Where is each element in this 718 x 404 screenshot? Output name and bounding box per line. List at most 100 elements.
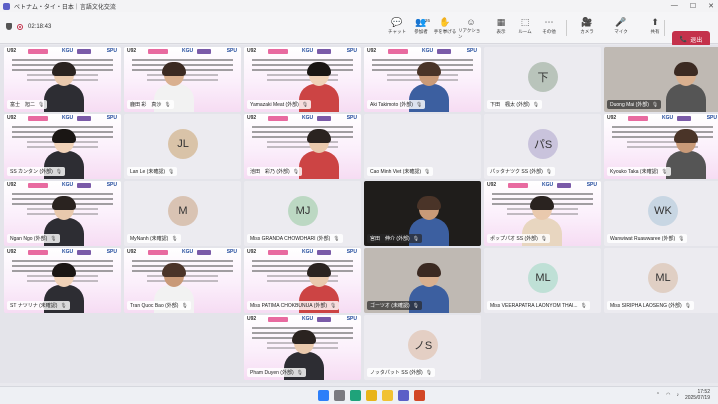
participant-name: 富士 旭二 bbox=[10, 102, 36, 108]
chat-button[interactable]: 💬 チャット bbox=[384, 16, 410, 40]
participant-tile[interactable]: JL Lan Le (未確認) 🎙 bbox=[124, 114, 241, 179]
taskbar-apps bbox=[318, 390, 425, 401]
participant-tile[interactable]: M MyNanh (未確認) 🎙 bbox=[124, 181, 241, 246]
participant-tile[interactable]: 下下田 楓太 (外部) 🎙 bbox=[484, 47, 601, 112]
participant-tile[interactable]: ML Miss SIRIPHA LAOSENG (外部) 🎙 bbox=[604, 248, 718, 313]
university-logo: U92 bbox=[487, 182, 497, 188]
participant-tile[interactable]: U92 KGU SPU Pham Duyen (外部) 🎙 bbox=[244, 315, 361, 380]
rooms-label: ルーム bbox=[518, 29, 532, 34]
university-logo: SPU bbox=[106, 115, 117, 121]
participant-name-tag: Yamazaki Meat (外部) 🎙 bbox=[247, 100, 312, 109]
participant-tile[interactable]: U92 KGU SPU Tran Quoc Bao (外部) 🎙 bbox=[124, 248, 241, 313]
university-logo: SPU bbox=[106, 48, 117, 54]
camera-icon: 🎥 bbox=[581, 17, 593, 27]
participant-tile[interactable]: パS パッタナツク SS (外部) 🎙 bbox=[484, 114, 601, 179]
react-icon: ☺ bbox=[466, 17, 476, 27]
mic-icon: 🎤 bbox=[615, 17, 627, 27]
participant-tile[interactable]: U92 KGU SPU SS カンタン (外部) 🎙 bbox=[4, 114, 121, 179]
participant-tile[interactable]: U92 KGU SPU 富士 旭二 🎙 bbox=[4, 47, 121, 112]
participant-tile[interactable]: MJ Miss GRANDA CHOWDHARI (外部) 🎙 bbox=[244, 181, 361, 246]
chrome-icon[interactable] bbox=[366, 390, 377, 401]
participant-name-tag: Lan Le (未確認) 🎙 bbox=[127, 167, 178, 176]
participant-grid: U92 KGU SPU 富士 旭二 🎙 U92 KGU SPU 鹿田 彩 真沙 🎙 U92 KGU SP… bbox=[0, 45, 718, 383]
mic-label: マイク bbox=[614, 29, 628, 34]
university-logo: KGU bbox=[62, 48, 74, 54]
participant-tile[interactable]: U92 KGU SPU Ngan Ngo (外部) 🎙 bbox=[4, 181, 121, 246]
participant-tile[interactable]: WK Wanwiwat Ruawwaree (外部) 🎙 bbox=[604, 181, 718, 246]
meeting-toolbar: 02:18:43 💬 チャット 👥 26 参加者 ✋ 手を挙げる ☺ リアクション ▦ 表示 ⬚ ルーム… bbox=[0, 12, 718, 47]
view-button[interactable]: ▦ 表示 bbox=[488, 16, 514, 40]
react-button[interactable]: ☺ リアクション bbox=[458, 16, 484, 40]
avatar: パS bbox=[528, 129, 558, 159]
slide-header: U92 KGU SPU bbox=[124, 47, 241, 55]
explorer-icon[interactable] bbox=[382, 390, 393, 401]
people-button[interactable]: 👥 26 参加者 bbox=[408, 16, 434, 40]
participant-tile[interactable]: U92 KGU SPU Yamazaki Meat (外部) 🎙 bbox=[244, 47, 361, 112]
participant-tile[interactable]: U92 KGU SPU Miss PATIMA CHOKBUNUA (外部) 🎙 bbox=[244, 248, 361, 313]
participant-tile[interactable]: U92 KGU SPU ST ナツリナ (未確認) 🎙 bbox=[4, 248, 121, 313]
participant-name-tag: Wanwiwat Ruawwaree (外部) 🎙 bbox=[607, 234, 688, 243]
participant-tile[interactable]: 宮田 伸介 (外部) 🎙 bbox=[364, 181, 481, 246]
participant-name-tag: Miss SIRIPHA LAOSENG (外部) 🎙 bbox=[607, 301, 695, 310]
participant-name-tag: 池田 彩乃 (外部) 🎙 bbox=[247, 167, 303, 176]
participant-tile[interactable]: Cao Minh Viet (未確認) 🎙 bbox=[364, 114, 481, 179]
participant-name: 下田 楓太 (外部) bbox=[490, 102, 530, 108]
participant-tile[interactable]: U92 KGU SPU 鹿田 彩 真沙 🎙 bbox=[124, 47, 241, 112]
mic-muted-icon: 🎙 bbox=[301, 101, 309, 108]
mic-muted-icon: 🎙 bbox=[425, 369, 433, 376]
view-icon: ▦ bbox=[496, 17, 506, 27]
logo-mark bbox=[28, 116, 48, 121]
volume-icon[interactable]: ♪ bbox=[676, 392, 679, 398]
more-button[interactable]: ⋯ その他 bbox=[536, 16, 562, 40]
teams-icon[interactable] bbox=[398, 390, 409, 401]
logo-mark bbox=[148, 250, 168, 255]
taskbar-clock[interactable]: 17:52 2025/07/19 bbox=[685, 389, 710, 401]
participant-video bbox=[666, 129, 706, 179]
participant-name: Miss SIRIPHA LAOSENG (外部) bbox=[610, 303, 682, 309]
powerpoint-icon[interactable] bbox=[414, 390, 425, 401]
rooms-button[interactable]: ⬚ ルーム bbox=[512, 16, 538, 40]
share-icon: ⬆ bbox=[651, 17, 659, 27]
logo-mark bbox=[268, 49, 288, 54]
participant-name: Tran Quoc Bao (外部) bbox=[130, 303, 179, 309]
participant-name-tag: SS カンタン (外部) 🎙 bbox=[7, 167, 66, 176]
camera-button[interactable]: 🎥 カメラ bbox=[574, 16, 600, 40]
university-logo: SPU bbox=[466, 48, 477, 54]
participant-tile[interactable]: Duong Mai (外部) 🎙 bbox=[604, 47, 718, 112]
university-logo: KGU bbox=[422, 48, 434, 54]
minimize-button[interactable]: — bbox=[671, 2, 678, 10]
avatar: ML bbox=[648, 263, 678, 293]
participant-tile[interactable]: U92 KGU SPU Kyouko Taka (未確認) 🎙 bbox=[604, 114, 718, 179]
close-window-button[interactable]: ✕ bbox=[708, 2, 714, 10]
teams-app-icon bbox=[3, 2, 10, 10]
logo-mark bbox=[317, 49, 331, 54]
participant-name: ST ナツリナ (未確認) bbox=[10, 303, 58, 309]
raise-button[interactable]: ✋ 手を挙げる bbox=[432, 16, 458, 40]
mic-button[interactable]: 🎤 マイク bbox=[608, 16, 634, 40]
wifi-icon[interactable]: ◠ bbox=[666, 392, 670, 398]
windows-icon[interactable] bbox=[318, 390, 329, 401]
participant-name: MyNanh (未確認) bbox=[130, 236, 169, 242]
participant-tile[interactable]: U92 KGU SPU Aki Takimoto (外部) 🎙 bbox=[364, 47, 481, 112]
search-icon[interactable] bbox=[334, 390, 345, 401]
participant-tile[interactable]: ノS ノッタパット SS (外部) 🎙 bbox=[364, 315, 481, 380]
participant-name-tag: Tran Quoc Bao (外部) 🎙 bbox=[127, 301, 191, 310]
participant-tile[interactable]: U92 KGU SPU 池田 彩乃 (外部) 🎙 bbox=[244, 114, 361, 179]
chevron-up-icon[interactable]: ⌃ bbox=[656, 392, 660, 398]
participant-name: 鹿田 彩 真沙 bbox=[130, 102, 162, 108]
maximize-button[interactable]: ☐ bbox=[690, 2, 696, 10]
edge-icon[interactable] bbox=[350, 390, 361, 401]
chat-icon: 💬 bbox=[391, 17, 403, 27]
participant-name-tag: 鹿田 彩 真沙 🎙 bbox=[127, 100, 174, 109]
participant-tile[interactable]: ML Miss VEERAPATRA LAONYOM THAI... 🎙 bbox=[484, 248, 601, 313]
participant-tile[interactable]: U92 KGU SPU ポップパオ SS (外部) 🎙 bbox=[484, 181, 601, 246]
university-logo: KGU bbox=[62, 115, 74, 121]
slide-header: U92 KGU SPU bbox=[4, 181, 121, 189]
university-logo: U92 bbox=[7, 115, 17, 121]
avatar: M bbox=[168, 196, 198, 226]
participant-name-tag: Aki Takimoto (外部) 🎙 bbox=[367, 100, 426, 109]
slide-header: U92 KGU SPU bbox=[124, 248, 241, 256]
participant-tile[interactable]: ゴーツオ (未確認) 🎙 bbox=[364, 248, 481, 313]
slide-header: U92 KGU SPU bbox=[244, 114, 361, 122]
university-logo: SPU bbox=[106, 182, 117, 188]
